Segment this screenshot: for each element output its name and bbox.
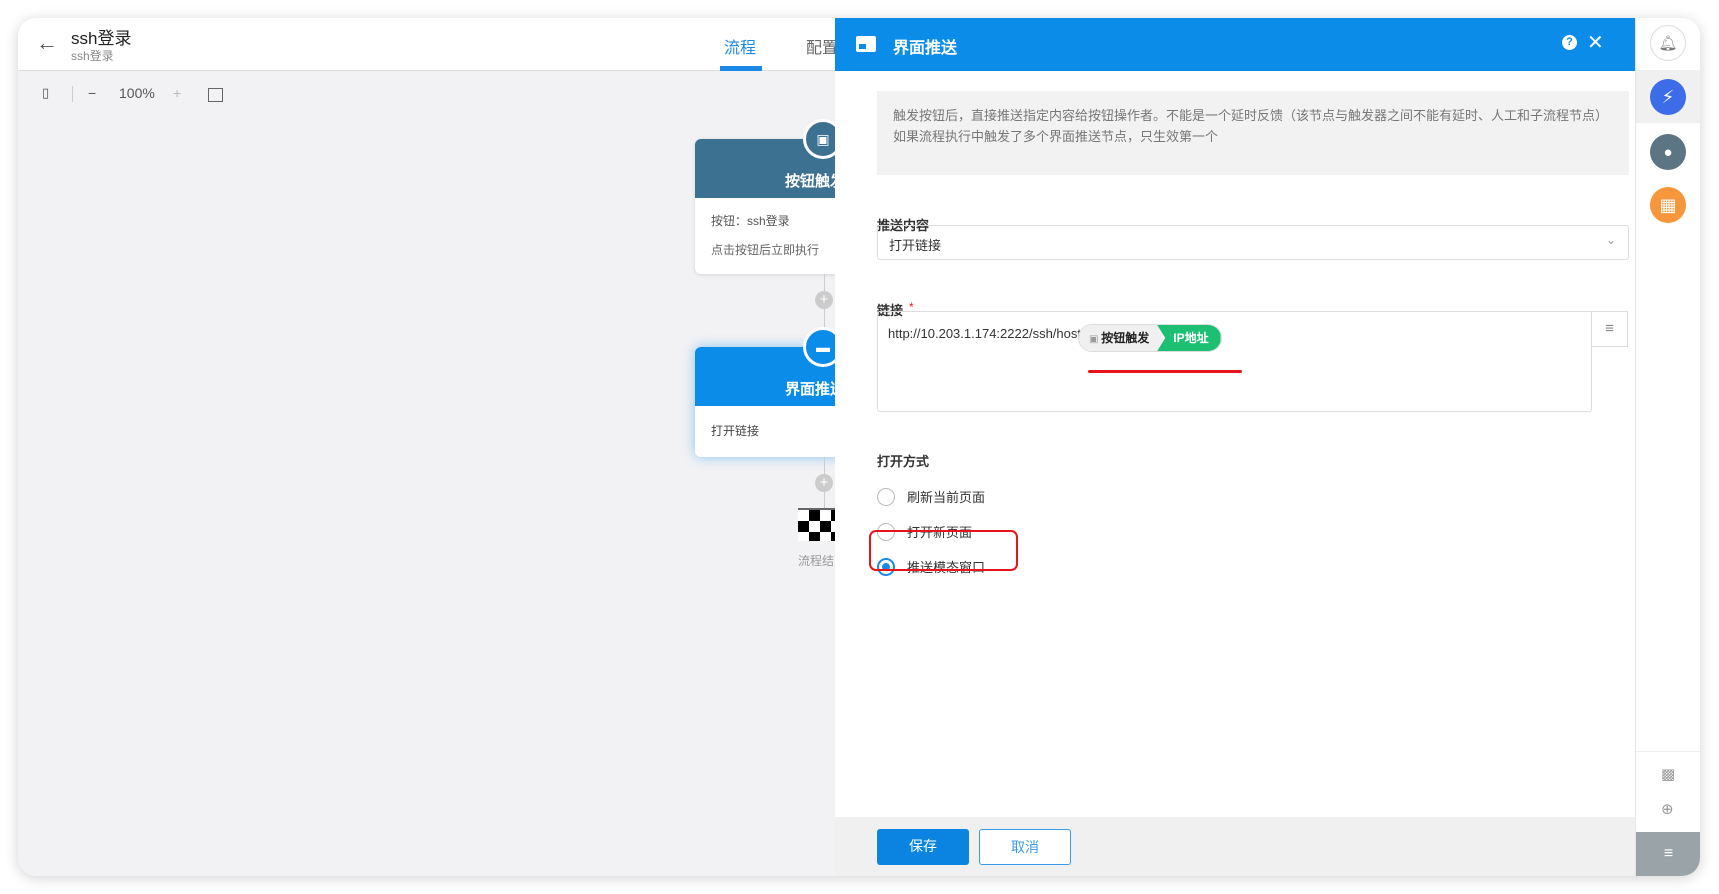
trigger-node-line1: 按钮：ssh登录 <box>711 214 790 228</box>
push-node-line1: 打开链接 <box>711 424 760 438</box>
tab-flow[interactable]: 流程 <box>724 34 756 58</box>
screen-icon <box>856 36 876 52</box>
toolbar-divider <box>72 86 73 102</box>
radio-refresh[interactable]: 刷新当前页面 <box>877 487 985 506</box>
open-mode-label: 打开方式 <box>877 454 930 469</box>
push-drawer: 界面推送 ? ✕ 触发按钮后，直接推送指定内容给按钮操作者。不能是一个延时反馈（… <box>835 18 1635 876</box>
trigger-node[interactable]: 按钮触发 按钮：ssh登录 点击按钮后立即执行 <box>695 139 845 274</box>
chip-source-label: 按钮触发 <box>1101 331 1150 345</box>
chip-field: IP地址 <box>1157 325 1221 351</box>
zoom-in-icon[interactable]: + <box>173 85 181 101</box>
page-subtitle: ssh登录 <box>71 49 114 63</box>
highlight-underline <box>1088 370 1242 373</box>
end-flag-icon <box>798 508 838 541</box>
zoom-out-icon[interactable]: − <box>88 85 96 101</box>
bell-icon[interactable]: ● <box>1650 134 1686 170</box>
add-node-icon[interactable]: + <box>815 474 833 492</box>
drawer-footer: 保存 取消 <box>835 817 1635 876</box>
save-button[interactable]: 保存 <box>877 829 969 865</box>
close-icon[interactable]: ✕ <box>1587 30 1604 55</box>
zoom-level: 100% <box>119 85 155 101</box>
cancel-button[interactable]: 取消 <box>979 829 1071 865</box>
chevron-down-icon: ⌄ <box>1605 233 1616 247</box>
tab-config[interactable]: 配置 <box>806 34 838 58</box>
button-icon: ▣ <box>1089 334 1102 345</box>
drawer-title: 界面推送 <box>893 40 958 57</box>
highlight-box <box>869 530 1018 571</box>
help-icon[interactable]: ? <box>1562 35 1577 50</box>
collapse-sidebar-button[interactable]: ≡ <box>1636 832 1700 876</box>
link-text: http://10.203.1.174:2222/ssh/host/ <box>888 326 1085 341</box>
add-node-icon[interactable]: + <box>815 291 833 309</box>
drawer-header: 界面推送 ? ✕ <box>835 18 1635 71</box>
right-sidebar: 🔔︎ ⚡︎ ● ▦ ▩ ⊕ ≡ <box>1635 18 1700 876</box>
content-select-value: 打开链接 <box>889 238 942 253</box>
fit-view-icon[interactable] <box>208 88 223 102</box>
lightning-icon[interactable]: ⚡︎ <box>1650 79 1686 115</box>
apps-grid-icon[interactable]: ▦ <box>1650 187 1686 223</box>
minimap-icon[interactable]: ▯ <box>42 85 49 101</box>
content-select[interactable]: 打开链接 ⌄ <box>877 225 1629 260</box>
trigger-node-line2: 点击按钮后立即执行 <box>711 243 820 257</box>
sidebar-divider <box>1636 751 1700 752</box>
app-window: ← ssh登录 ssh登录 流程 配置 ▯ − 100% + 按钮触发 按钮：s… <box>18 18 1700 876</box>
insert-field-button[interactable]: ≡ <box>1592 311 1628 347</box>
back-arrow-icon[interactable]: ← <box>36 30 58 56</box>
radio-button[interactable] <box>877 487 895 506</box>
link-input[interactable]: http://10.203.1.174:2222/ssh/host/ <box>877 311 1592 412</box>
active-tab-indicator <box>720 66 762 71</box>
chip-source: ▣ 按钮触发 <box>1079 325 1164 351</box>
page-title: ssh登录 <box>71 29 132 48</box>
description-box: 触发按钮后，直接推送指定内容给按钮操作者。不能是一个延时反馈（该节点与触发器之间… <box>877 91 1629 175</box>
contacts-icon[interactable]: ▩ <box>1661 765 1675 783</box>
notification-bell-icon[interactable]: 🔔︎ <box>1650 25 1686 61</box>
add-chat-icon[interactable]: ⊕ <box>1661 800 1674 818</box>
variable-chip[interactable]: ▣ 按钮触发 IP地址 <box>1078 324 1222 352</box>
radio-label: 刷新当前页面 <box>907 490 986 505</box>
